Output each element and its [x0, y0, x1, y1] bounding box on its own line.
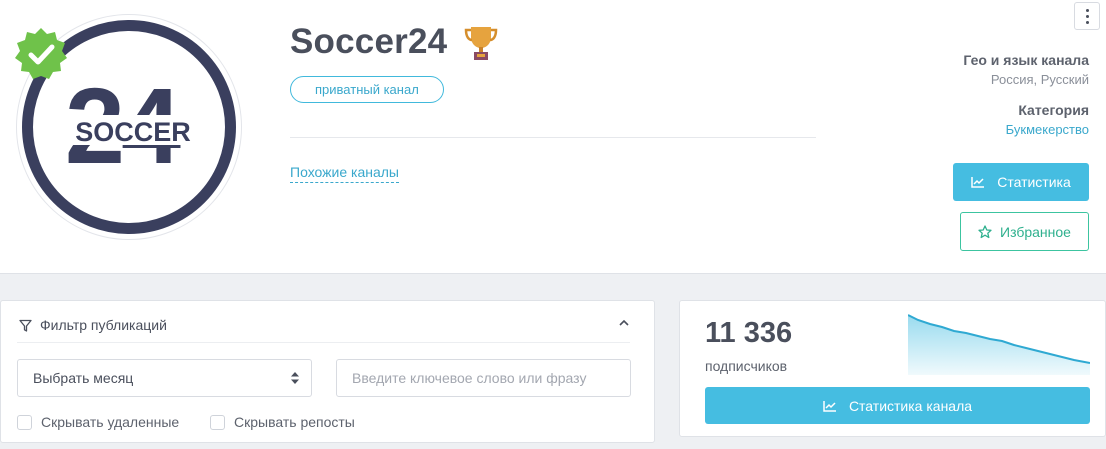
more-menu-button[interactable] [1074, 2, 1100, 30]
channel-statistics-button[interactable]: Статистика канала [705, 387, 1090, 424]
channel-title: Soccer24 [290, 22, 448, 61]
hide-reposts-checkbox[interactable]: Скрывать репосты [210, 414, 355, 430]
filter-header[interactable]: Фильтр публикаций [19, 317, 167, 333]
keyword-search-input[interactable] [336, 359, 631, 397]
subscribers-label: подписчиков [705, 358, 788, 374]
subscribers-count: 11 336 [705, 317, 793, 349]
hide-reposts-label: Скрывать репосты [234, 414, 355, 430]
channel-header: 24 SOCCER Soccer24 приватный канал Похож… [0, 0, 1106, 274]
channel-statistics-label: Статистика канала [848, 397, 973, 414]
more-dot-icon [1086, 9, 1089, 12]
filter-title: Фильтр публикаций [40, 317, 167, 333]
checkbox-box[interactable] [17, 414, 32, 430]
favorite-button[interactable]: Избранное [960, 212, 1089, 251]
filter-icon [19, 319, 32, 332]
select-arrows-icon [291, 372, 299, 384]
statistics-button-label: Статистика [997, 174, 1071, 190]
geo-value: Россия, Русский [990, 72, 1089, 87]
subscribers-card: 11 336 подписчиков Статистика канала [679, 300, 1106, 437]
category-label: Категория [1018, 102, 1089, 118]
publication-filter-panel: Фильтр публикаций Выбрать месяц Скрывать… [0, 300, 655, 443]
logo-text: SOCCER [75, 117, 191, 147]
similar-channels-link[interactable]: Похожие каналы [290, 164, 399, 183]
hide-deleted-checkbox[interactable]: Скрывать удаленные [17, 414, 179, 430]
filter-divider [17, 342, 630, 343]
private-channel-badge: приватный канал [290, 76, 444, 103]
chart-line-icon [971, 177, 985, 188]
chevron-up-icon[interactable] [618, 317, 630, 329]
more-dot-icon [1086, 15, 1089, 18]
verified-badge-icon [15, 28, 67, 79]
trophy-icon [465, 27, 498, 60]
more-dot-icon [1086, 21, 1089, 24]
month-select[interactable]: Выбрать месяц [17, 359, 312, 397]
favorite-button-label: Избранное [1000, 223, 1071, 240]
checkbox-box[interactable] [210, 414, 225, 430]
title-row: Soccer24 [290, 22, 498, 62]
category-link[interactable]: Букмекерство [1006, 122, 1089, 137]
header-divider [290, 137, 816, 138]
month-select-value: Выбрать месяц [33, 370, 134, 386]
star-icon [978, 224, 992, 238]
subscribers-sparkline [908, 314, 1090, 375]
statistics-button[interactable]: Статистика [953, 163, 1089, 201]
chart-line-icon [823, 400, 836, 412]
hide-deleted-label: Скрывать удаленные [41, 414, 180, 430]
geo-label: Гео и язык канала [963, 52, 1089, 68]
